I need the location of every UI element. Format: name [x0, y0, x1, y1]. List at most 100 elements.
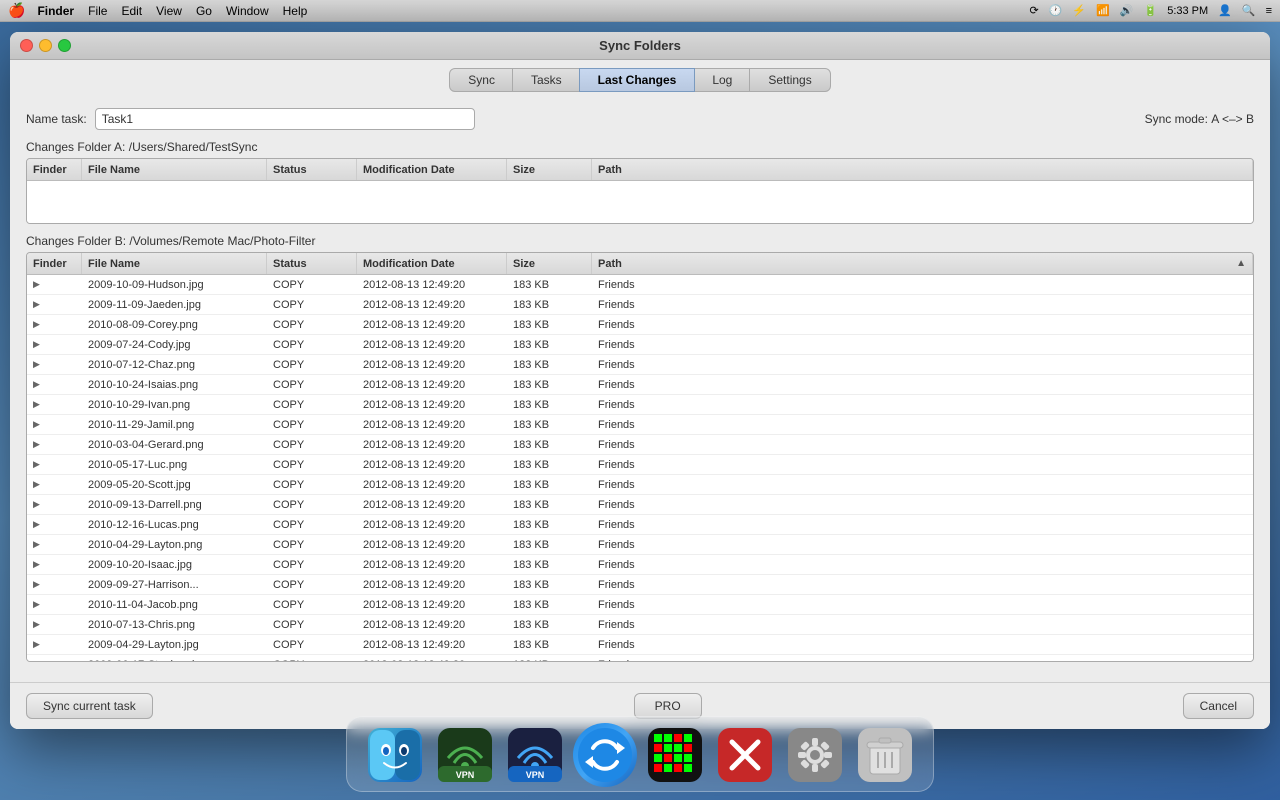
cell-filename: 2010-08-09-Corey.png	[82, 315, 267, 334]
cell-size: 183 KB	[507, 455, 592, 474]
col-moddate-b[interactable]: Modification Date	[357, 253, 507, 274]
dock-vpn[interactable]: VPN	[433, 723, 497, 787]
cell-moddate: 2012-08-13 12:49:20	[357, 355, 507, 374]
col-path-b[interactable]: Path ▲	[592, 253, 1253, 274]
dock-vpn2[interactable]: VPN	[503, 723, 567, 787]
col-filename-b[interactable]: File Name	[82, 253, 267, 274]
table-row[interactable]: ▶ 2009-07-24-Cody.jpg COPY 2012-08-13 12…	[27, 335, 1253, 355]
cell-size: 183 KB	[507, 615, 592, 634]
cell-filename: 2010-10-29-Ivan.png	[82, 395, 267, 414]
menubar-search-icon[interactable]: 🔍	[1242, 4, 1256, 17]
cell-moddate: 2012-08-13 12:49:20	[357, 595, 507, 614]
dock: VPN VPN	[346, 716, 934, 792]
cell-path: Friends	[592, 355, 1253, 374]
minimize-button[interactable]	[39, 39, 52, 52]
table-row[interactable]: ▶ 2010-05-17-Luc.png COPY 2012-08-13 12:…	[27, 455, 1253, 475]
table-row[interactable]: ▶ 2010-11-29-Jamil.png COPY 2012-08-13 1…	[27, 415, 1253, 435]
cell-finder: ▶	[27, 575, 82, 594]
row-expand-arrow: ▶	[33, 319, 40, 330]
col-moddate-a[interactable]: Modification Date	[357, 159, 507, 180]
row-expand-arrow: ▶	[33, 399, 40, 410]
cell-finder: ▶	[27, 555, 82, 574]
table-row[interactable]: ▶ 2010-04-29-Layton.png COPY 2012-08-13 …	[27, 535, 1253, 555]
cell-size: 183 KB	[507, 535, 592, 554]
cell-path: Friends	[592, 515, 1253, 534]
cell-path: Friends	[592, 415, 1253, 434]
sort-arrow-b: ▲	[1236, 258, 1246, 269]
cell-finder: ▶	[27, 495, 82, 514]
menubar-user-icon[interactable]: 👤	[1218, 4, 1232, 17]
row-expand-arrow: ▶	[33, 599, 40, 610]
cell-finder: ▶	[27, 615, 82, 634]
menu-window[interactable]: Window	[226, 4, 269, 18]
menubar-sync-icon: ⟳	[1029, 4, 1038, 17]
tab-sync[interactable]: Sync	[449, 68, 514, 92]
dock-code[interactable]	[643, 723, 707, 787]
menu-go[interactable]: Go	[196, 4, 212, 18]
apple-menu[interactable]: 🍎	[8, 2, 25, 19]
table-row[interactable]: ▶ 2010-11-04-Jacob.png COPY 2012-08-13 1…	[27, 595, 1253, 615]
cell-path: Friends	[592, 655, 1253, 662]
table-row[interactable]: ▶ 2010-10-24-Isaias.png COPY 2012-08-13 …	[27, 375, 1253, 395]
desktop: Sync Folders Sync Tasks Last Changes Log…	[0, 22, 1280, 800]
dock-finder[interactable]	[363, 723, 427, 787]
svg-text:VPN: VPN	[456, 770, 475, 780]
cell-path: Friends	[592, 375, 1253, 394]
col-finder-a[interactable]: Finder	[27, 159, 82, 180]
col-path-a[interactable]: Path	[592, 159, 1253, 180]
dock-trash[interactable]	[853, 723, 917, 787]
table-row[interactable]: ▶ 2009-11-09-Jaeden.jpg COPY 2012-08-13 …	[27, 295, 1253, 315]
row-expand-arrow: ▶	[33, 299, 40, 310]
name-task-input[interactable]	[95, 108, 475, 130]
cell-moddate: 2012-08-13 12:49:20	[357, 375, 507, 394]
table-row[interactable]: ▶ 2009-04-29-Layton.jpg COPY 2012-08-13 …	[27, 635, 1253, 655]
cell-finder: ▶	[27, 355, 82, 374]
tab-settings[interactable]: Settings	[749, 68, 830, 92]
menu-edit[interactable]: Edit	[121, 4, 142, 18]
table-row[interactable]: ▶ 2009-10-20-Isaac.jpg COPY 2012-08-13 1…	[27, 555, 1253, 575]
table-row[interactable]: ▶ 2009-05-20-Scott.jpg COPY 2012-08-13 1…	[27, 475, 1253, 495]
dock-sync-folders[interactable]	[573, 723, 637, 787]
col-status-b[interactable]: Status	[267, 253, 357, 274]
table-row[interactable]: ▶ 2010-12-16-Lucas.png COPY 2012-08-13 1…	[27, 515, 1253, 535]
dock-sys-prefs[interactable]	[783, 723, 847, 787]
cell-filename: 2009-09-27-Harrison...	[82, 575, 267, 594]
table-row[interactable]: ▶ 2010-08-09-Corey.png COPY 2012-08-13 1…	[27, 315, 1253, 335]
cell-status: COPY	[267, 595, 357, 614]
close-button[interactable]	[20, 39, 33, 52]
table-row[interactable]: ▶ 2010-07-13-Chris.png COPY 2012-08-13 1…	[27, 615, 1253, 635]
table-row[interactable]: ▶ 2010-10-29-Ivan.png COPY 2012-08-13 12…	[27, 395, 1253, 415]
tab-log[interactable]: Log	[693, 68, 751, 92]
col-size-b[interactable]: Size	[507, 253, 592, 274]
table-row[interactable]: ▶ 2010-03-04-Gerard.png COPY 2012-08-13 …	[27, 435, 1253, 455]
menu-view[interactable]: View	[156, 4, 182, 18]
menu-help[interactable]: Help	[283, 4, 308, 18]
col-size-a[interactable]: Size	[507, 159, 592, 180]
cell-path: Friends	[592, 615, 1253, 634]
cell-filename: 2010-11-29-Jamil.png	[82, 415, 267, 434]
dock-tomato[interactable]	[713, 723, 777, 787]
table-row[interactable]: ▶ 2009-09-27-Harrison... COPY 2012-08-13…	[27, 575, 1253, 595]
cell-finder: ▶	[27, 475, 82, 494]
cell-finder: ▶	[27, 275, 82, 294]
col-filename-a[interactable]: File Name	[82, 159, 267, 180]
cell-moddate: 2012-08-13 12:49:20	[357, 275, 507, 294]
table-row[interactable]: ▶ 2009-10-09-Hudson.jpg COPY 2012-08-13 …	[27, 275, 1253, 295]
col-finder-b[interactable]: Finder	[27, 253, 82, 274]
dialog-content: Name task: Sync mode: A <–> B Changes Fo…	[10, 98, 1270, 682]
menu-finder[interactable]: Finder	[37, 4, 74, 18]
menubar-list-icon[interactable]: ≡	[1266, 5, 1272, 17]
maximize-button[interactable]	[58, 39, 71, 52]
cell-status: COPY	[267, 655, 357, 662]
titlebar: Sync Folders	[10, 32, 1270, 60]
cell-path: Friends	[592, 435, 1253, 454]
menu-file[interactable]: File	[88, 4, 107, 18]
table-row[interactable]: ▶ 2009-06-17-Stephen.jpg COPY 2012-08-13…	[27, 655, 1253, 662]
cell-path: Friends	[592, 495, 1253, 514]
table-row[interactable]: ▶ 2010-07-12-Chaz.png COPY 2012-08-13 12…	[27, 355, 1253, 375]
col-status-a[interactable]: Status	[267, 159, 357, 180]
cell-moddate: 2012-08-13 12:49:20	[357, 635, 507, 654]
tab-tasks[interactable]: Tasks	[512, 68, 581, 92]
table-row[interactable]: ▶ 2010-09-13-Darrell.png COPY 2012-08-13…	[27, 495, 1253, 515]
tab-last-changes[interactable]: Last Changes	[579, 68, 696, 92]
